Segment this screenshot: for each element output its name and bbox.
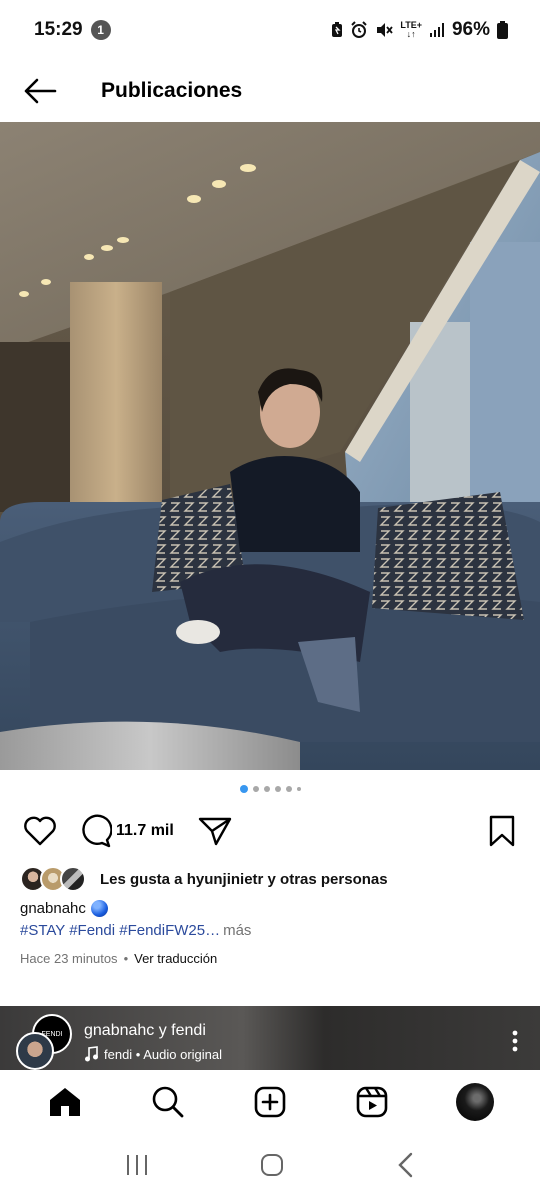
carousel-dot bbox=[239, 785, 248, 793]
battery-percent: 96% bbox=[451, 19, 490, 40]
carousel-indicator bbox=[0, 785, 540, 793]
nav-profile[interactable] bbox=[445, 1072, 505, 1132]
alarm-icon bbox=[351, 21, 368, 38]
page-title: Publicaciones bbox=[101, 79, 243, 102]
battery-saver-icon bbox=[332, 22, 343, 37]
mute-icon bbox=[377, 23, 394, 37]
reels-icon bbox=[357, 1086, 388, 1118]
arrow-left-icon bbox=[24, 78, 57, 104]
liker-avatars bbox=[20, 866, 86, 892]
send-icon bbox=[198, 817, 232, 846]
battery-icon bbox=[497, 21, 508, 39]
time-ago: Hace 23 minutos bbox=[20, 951, 118, 966]
caption-hashtags[interactable]: #STAY #Fendi #FendiFW25… más bbox=[20, 922, 251, 939]
nav-home[interactable] bbox=[35, 1072, 95, 1132]
carousel-dot bbox=[285, 786, 292, 792]
music-note-icon bbox=[85, 1046, 98, 1062]
next-post-header[interactable]: FENDI gnabnahc y fendi fendi • Audio ori… bbox=[0, 1006, 540, 1070]
caption-username: gnabnahc bbox=[20, 900, 86, 917]
next-post-users[interactable]: gnabnahc y fendi bbox=[84, 1022, 206, 1040]
recent-apps-icon bbox=[127, 1154, 148, 1175]
post-meta: Hace 23 minutos • Ver traducción bbox=[20, 951, 217, 966]
carousel-dot bbox=[296, 787, 301, 791]
more-vertical-icon bbox=[512, 1030, 518, 1052]
share-button[interactable] bbox=[198, 808, 232, 854]
recent-apps-button[interactable] bbox=[125, 1153, 149, 1182]
likes-row[interactable]: Les gusta a hyunjinietr y otras personas bbox=[20, 864, 388, 894]
caption-username-row[interactable]: gnabnahc bbox=[20, 900, 108, 917]
chevron-left-icon bbox=[397, 1152, 412, 1177]
system-back-button[interactable] bbox=[395, 1152, 415, 1183]
comment-button[interactable]: 11.7 mil bbox=[78, 808, 174, 854]
search-icon bbox=[152, 1086, 183, 1118]
home-button[interactable] bbox=[260, 1153, 284, 1182]
carousel-dot bbox=[263, 786, 270, 792]
nav-create[interactable] bbox=[240, 1072, 300, 1132]
post-photo-illustration bbox=[0, 122, 540, 770]
blue-circle-emoji-icon bbox=[90, 900, 108, 917]
avatar bbox=[60, 866, 86, 892]
bottom-navigation bbox=[0, 1070, 540, 1134]
carousel-dot bbox=[252, 786, 259, 792]
avatar[interactable] bbox=[16, 1032, 54, 1070]
profile-avatar bbox=[455, 1083, 494, 1121]
notification-badge: 1 bbox=[90, 20, 111, 40]
post-actions: 11.7 mil bbox=[0, 808, 540, 854]
back-button[interactable] bbox=[0, 60, 80, 122]
likes-text: Les gusta a hyunjinietr y otras personas bbox=[100, 870, 388, 888]
status-icons: LTE+ ↓↑ 96% bbox=[331, 19, 508, 41]
home-circle-icon bbox=[260, 1153, 283, 1176]
signal-icon bbox=[429, 23, 444, 37]
system-navigation bbox=[0, 1134, 540, 1200]
like-button[interactable] bbox=[22, 808, 58, 854]
comment-icon bbox=[82, 814, 112, 848]
header: Publicaciones bbox=[0, 60, 540, 122]
network-type: LTE+ ↓↑ bbox=[400, 20, 422, 39]
create-icon bbox=[254, 1086, 286, 1118]
post-image[interactable] bbox=[0, 122, 540, 770]
hashtag-text[interactable]: #STAY #Fendi #FendiFW25… bbox=[20, 922, 220, 939]
more-link[interactable]: más bbox=[223, 922, 251, 939]
more-options-button[interactable] bbox=[512, 1030, 518, 1057]
nav-reels[interactable] bbox=[342, 1072, 402, 1132]
meta-separator: • bbox=[123, 951, 129, 966]
audio-row[interactable]: fendi • Audio original bbox=[84, 1046, 222, 1062]
audio-label: fendi • Audio original bbox=[104, 1046, 223, 1062]
status-bar: 15:29 1 LTE+ ↓↑ 96% bbox=[0, 0, 540, 60]
bookmark-icon bbox=[489, 815, 515, 847]
comment-count: 11.7 mil bbox=[116, 822, 174, 839]
heart-icon bbox=[24, 816, 56, 846]
home-icon bbox=[50, 1088, 81, 1116]
save-button[interactable] bbox=[488, 808, 516, 854]
carousel-dot bbox=[274, 786, 281, 792]
status-time: 15:29 bbox=[34, 19, 83, 40]
see-translation-link[interactable]: Ver traducción bbox=[134, 951, 217, 966]
nav-search[interactable] bbox=[138, 1072, 198, 1132]
